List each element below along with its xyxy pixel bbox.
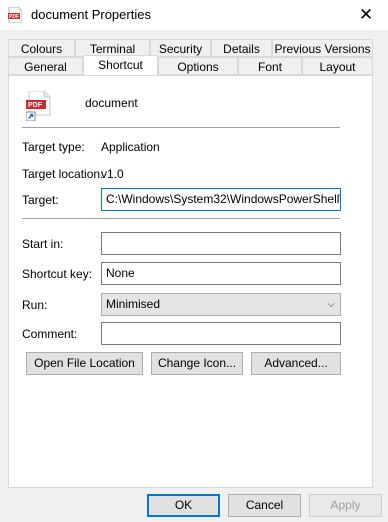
- tab-previous-versions[interactable]: Previous Versions: [272, 39, 373, 57]
- tab-colours[interactable]: Colours: [8, 39, 75, 57]
- tab-options[interactable]: Options: [158, 57, 238, 75]
- target-field[interactable]: C:\Windows\System32\WindowsPowerShell\v1…: [101, 188, 341, 211]
- change-icon-button[interactable]: Change Icon...: [151, 352, 243, 375]
- target-location-value: v1.0: [101, 167, 124, 181]
- cancel-button[interactable]: Cancel: [228, 494, 301, 517]
- advanced-button[interactable]: Advanced...: [251, 352, 341, 375]
- svg-text:PDF: PDF: [9, 14, 19, 20]
- window-title: document Properties: [31, 7, 151, 22]
- separator: [22, 127, 340, 128]
- start-in-field[interactable]: [101, 232, 341, 255]
- target-location-label: Target location:: [22, 167, 104, 181]
- start-in-label: Start in:: [22, 237, 64, 251]
- target-label: Target:: [22, 193, 59, 207]
- comment-label: Comment:: [22, 327, 78, 341]
- close-icon[interactable]: ✕: [354, 3, 378, 27]
- svg-text:PDF: PDF: [28, 102, 43, 109]
- pdf-shortcut-icon: PDF: [26, 91, 51, 121]
- pdf-file-icon: PDF: [8, 7, 22, 23]
- tab-layout[interactable]: Layout: [302, 57, 373, 75]
- tab-details[interactable]: Details: [211, 39, 272, 57]
- tab-general[interactable]: General: [8, 57, 83, 75]
- open-file-location-button[interactable]: Open File Location: [26, 352, 143, 375]
- shortcut-name: document: [85, 96, 138, 110]
- target-type-value: Application: [101, 140, 160, 154]
- ok-button[interactable]: OK: [147, 494, 220, 517]
- chevron-down-icon: ⌵: [327, 299, 335, 310]
- separator: [22, 218, 340, 219]
- target-type-label: Target type:: [22, 140, 85, 154]
- run-label: Run:: [22, 298, 48, 312]
- tab-shortcut[interactable]: Shortcut: [83, 55, 158, 75]
- apply-button[interactable]: Apply: [309, 494, 382, 517]
- tab-security[interactable]: Security: [150, 39, 211, 57]
- run-select[interactable]: Minimised ⌵: [101, 293, 341, 316]
- title-bar: PDF document Properties ✕: [0, 0, 388, 30]
- shortcut-key-label: Shortcut key:: [22, 267, 93, 281]
- comment-field[interactable]: [101, 322, 341, 345]
- run-select-value: Minimised: [106, 297, 161, 311]
- tab-font[interactable]: Font: [238, 57, 302, 75]
- shortcut-key-field[interactable]: None: [101, 262, 341, 285]
